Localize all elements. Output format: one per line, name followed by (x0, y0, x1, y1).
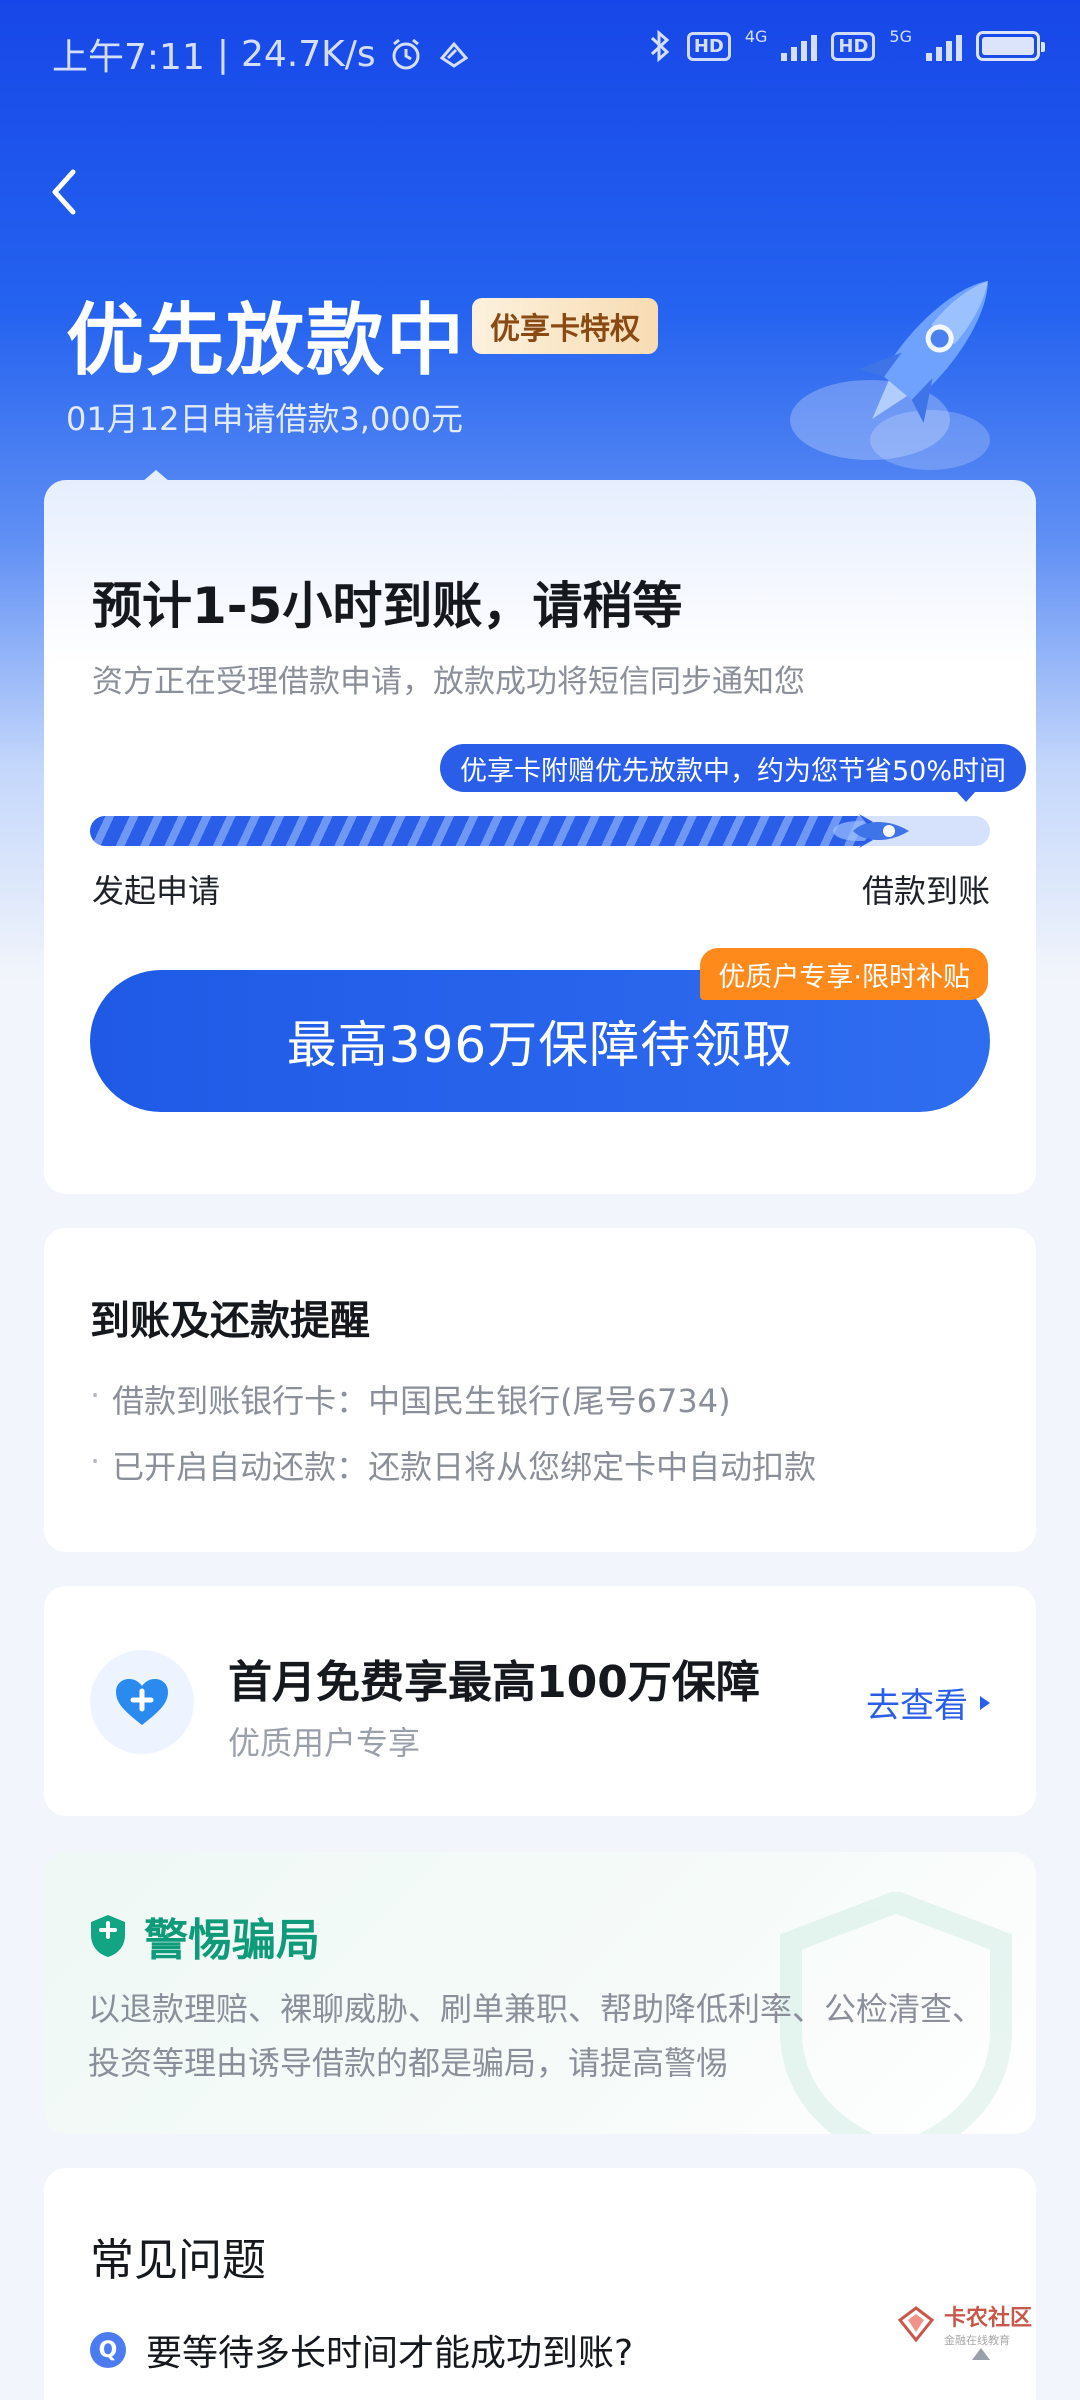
network-type-1: 4G (744, 26, 768, 46)
watermark-logo-icon (897, 2306, 935, 2343)
progress-bar (90, 814, 990, 848)
progress-rocket-icon (833, 814, 909, 848)
faq-title: 常见问题 (90, 2235, 266, 2286)
warning-title: 警惕骗局 (144, 1915, 320, 1966)
reminder-item-text: 已开启自动还款：还款日将从您绑定卡中自动扣款 (112, 1448, 817, 1486)
faq-card: 常见问题 Q 要等待多长时间才能成功到账? (44, 2168, 1036, 2400)
chevron-left-icon (52, 169, 76, 215)
reminder-item-text: 借款到账银行卡：中国民生银行(尾号6734) (112, 1382, 731, 1420)
page-title: 优先放款中 (66, 296, 467, 386)
reminder-item: · 已开启自动还款：还款日将从您绑定卡中自动扣款 (90, 1442, 817, 1486)
insurance-card[interactable]: 首月免费享最高100万保障 优质用户专享 去查看 (44, 1586, 1036, 1816)
faq-question-item[interactable]: Q 要等待多长时间才能成功到账? (90, 2324, 633, 2376)
faq-question-text: 要等待多长时间才能成功到账? (146, 2333, 634, 2374)
progress-start-label: 发起申请 (92, 872, 221, 910)
insurance-title: 首月免费享最高100万保障 (228, 1657, 760, 1708)
eta-description: 资方正在受理借款申请，放款成功将短信同步通知您 (92, 664, 805, 700)
eta-title: 预计1-5小时到账，请稍等 (92, 577, 683, 635)
status-time: 上午7:11 (52, 37, 205, 78)
fraud-warning-card: 警惕骗局 以退款理赔、裸聊威胁、刷单兼职、帮助降低利率、公检清查、投资等理由诱导… (44, 1852, 1036, 2134)
heart-plus-icon (116, 1679, 168, 1725)
back-button[interactable] (36, 160, 92, 224)
reminder-item: · 借款到账银行卡：中国民生银行(尾号6734) (90, 1376, 731, 1420)
question-badge-icon: Q (90, 2332, 126, 2368)
alarm-icon (392, 38, 420, 70)
progress-fill (90, 816, 873, 846)
privilege-badge: 优享卡特权 (472, 298, 658, 354)
status-bar: 上午7:11 | 24.7K/s HD 4G HD 5G (0, 0, 1080, 104)
warning-header: 警惕骗局 (88, 1904, 320, 1968)
view-insurance-label: 去查看 (866, 1686, 968, 1726)
view-insurance-link[interactable]: 去查看 (866, 1678, 992, 1727)
progress-tooltip: 优享卡附赠优先放款中，约为您节省50%时间 (439, 744, 1026, 802)
watermark: 卡农社区 金融在线教育 (896, 2300, 1032, 2348)
hd-indicator-2: HD (831, 31, 876, 61)
rocket-illustration-icon (790, 281, 990, 470)
shield-icon (91, 1915, 125, 1957)
progress-end-label: 借款到账 (861, 872, 990, 910)
scroll-to-top-icon[interactable] (972, 2348, 990, 2360)
status-net-speed: 24.7K/s (240, 33, 376, 75)
signal-bars-1-icon (781, 31, 818, 61)
promo-tag: 优质户专享·限时补贴 (700, 948, 988, 1000)
reminder-title: 到账及还款提醒 (90, 1298, 370, 1344)
warning-text: 以退款理赔、裸聊威胁、刷单兼职、帮助降低利率、公检清查、投资等理由诱导借款的都是… (88, 1990, 985, 2082)
insurance-subtitle: 优质用户专享 (228, 1724, 421, 1762)
watermark-main-text: 卡农社区 (944, 2306, 1033, 2331)
watermark-sub-text: 金融在线教育 (944, 2334, 1010, 2347)
app-notification-icon (439, 41, 468, 68)
progress-card: 预计1-5小时到账，请稍等 资方正在受理借款申请，放款成功将短信同步通知您 优享… (44, 480, 1036, 1194)
hd-indicator-1: HD (686, 31, 731, 61)
network-type-2: 5G (889, 26, 912, 46)
insurance-icon-container (90, 1650, 194, 1754)
reminder-card: 到账及还款提醒 · 借款到账银行卡：中国民生银行(尾号6734) · 已开启自动… (44, 1228, 1036, 1552)
signal-bars-2-icon (926, 31, 962, 61)
caret-right-icon (980, 1695, 990, 1710)
application-summary: 01月12日申请借款3,000元 (66, 400, 464, 438)
battery-icon (976, 31, 1045, 61)
bluetooth-icon (650, 29, 670, 63)
